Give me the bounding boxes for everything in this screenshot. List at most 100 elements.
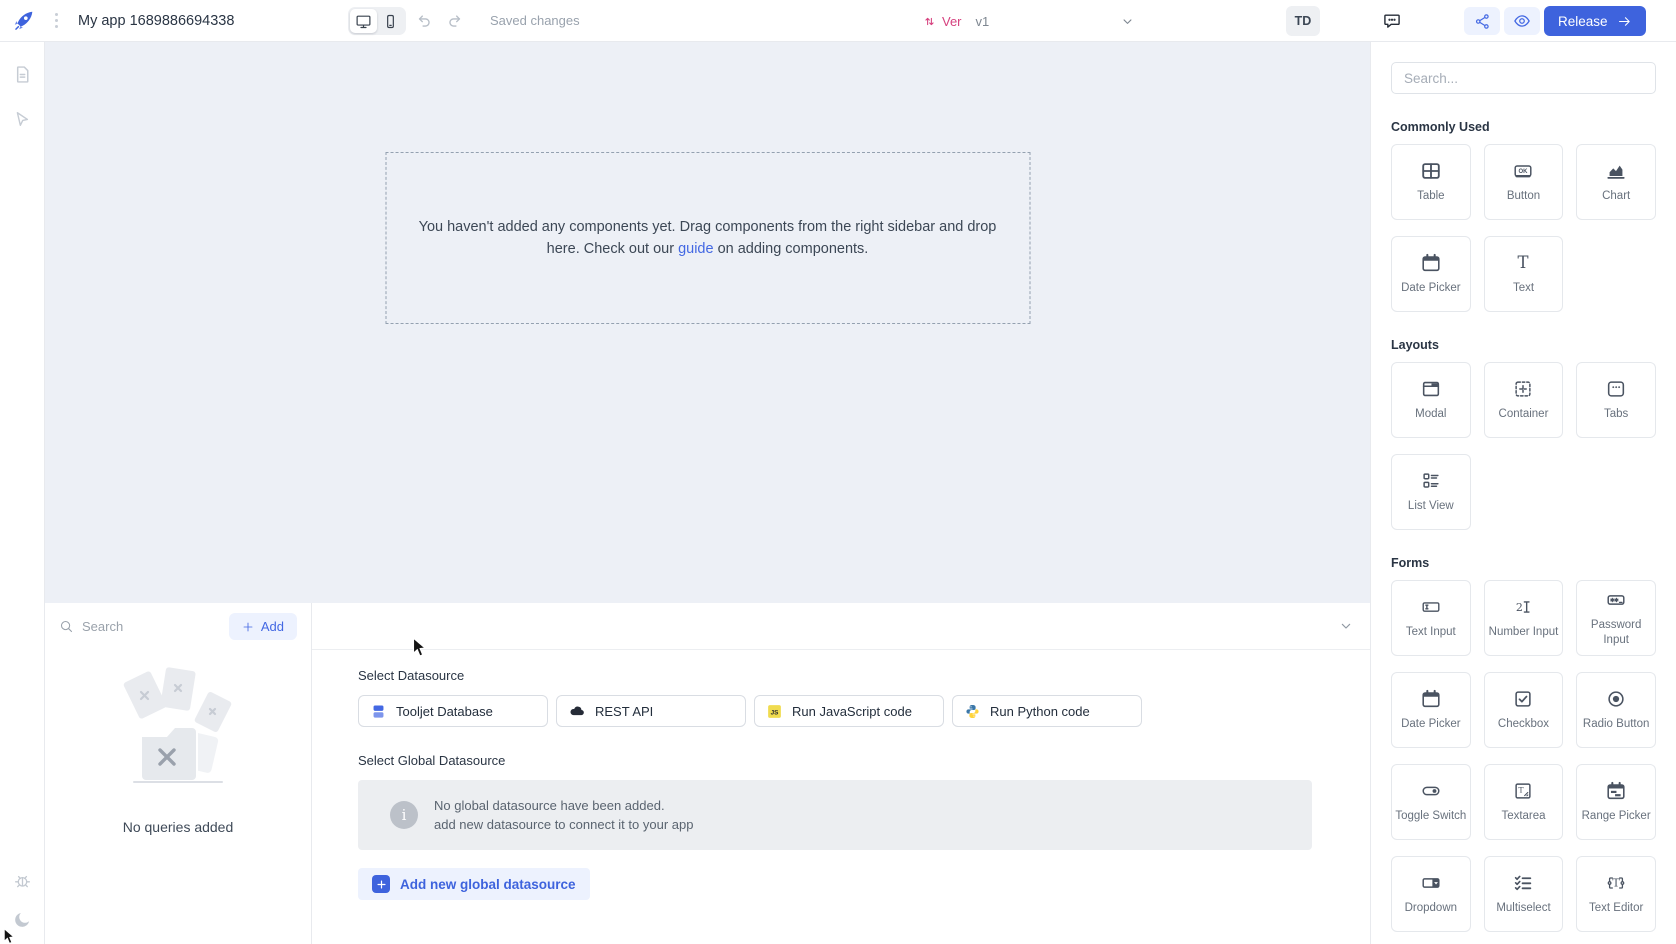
component-card-container[interactable]: Container [1484,362,1564,438]
comment-icon [1382,11,1402,31]
component-card-tabs[interactable]: Tabs [1576,362,1656,438]
undo-button[interactable] [414,11,433,35]
component-card-dropdown[interactable]: Dropdown [1391,856,1471,932]
version-icon [922,14,937,29]
component-card-button[interactable]: OK Button [1484,144,1564,220]
select-global-datasource-title: Select Global Datasource [358,753,1370,768]
component-card-table[interactable]: Table [1391,144,1471,220]
component-label: Text Input [1403,625,1459,639]
version-value: v1 [976,14,990,29]
version-selector[interactable]: Ver v1 [922,0,989,42]
table-icon [1420,160,1442,182]
datasource-label: Tooljet Database [396,704,493,719]
component-card-password-input[interactable]: Password Input [1576,580,1656,656]
component-card-number-input[interactable]: 2 Number Input [1484,580,1564,656]
component-label: Toggle Switch [1392,809,1469,823]
component-card-date-picker[interactable]: Date Picker [1391,236,1471,312]
inspector-cursor-icon[interactable] [12,109,32,129]
app-menu-kebab-icon[interactable] [55,13,58,28]
redo-button[interactable] [446,11,465,35]
share-button[interactable] [1464,7,1500,35]
datasource-panel: Select Datasource Tooljet Database REST … [312,603,1370,944]
query-panel: Add No queries added [45,603,1370,944]
left-icon-rail [0,42,45,944]
section-title-layouts: Layouts [1391,338,1656,352]
component-label: Password Input [1577,618,1655,647]
canvas-drop-zone[interactable]: You haven't added any components yet. Dr… [385,152,1030,324]
guide-link[interactable]: guide [678,241,713,257]
commonly-used-cards: Table OK Button Chart Date Picker T Text [1391,144,1656,312]
component-label: Button [1504,189,1543,203]
debugger-bug-icon[interactable] [12,870,33,891]
app-title[interactable]: My app 1689886694338 [78,0,234,42]
datasource-options: Tooljet Database REST API JS Run JavaScr… [358,695,1370,727]
tooljet-logo-icon[interactable] [10,8,36,39]
dark-mode-moon-icon[interactable] [12,909,33,930]
radiobutton-icon [1605,688,1627,710]
svg-text:JS: JS [771,709,779,716]
version-chevron-down-icon[interactable] [1120,14,1135,34]
add-global-datasource-label: Add new global datasource [400,877,576,892]
forms-cards: Text Input 2 Number Input Password Input… [1391,580,1656,932]
container-icon [1512,378,1534,400]
datasource-run-javascript[interactable]: JS Run JavaScript code [754,695,944,727]
component-card-text[interactable]: T Text [1484,236,1564,312]
global-datasource-info-line1: No global datasource have been added. [434,796,693,815]
arrow-right-icon [1617,14,1632,29]
textinput-icon [1420,596,1442,618]
toggleswitch-icon [1420,780,1442,802]
component-card-multiselect[interactable]: Multiselect [1484,856,1564,932]
comments-button[interactable] [1382,11,1402,36]
component-card-toggle-switch[interactable]: Toggle Switch [1391,764,1471,840]
dropdown-icon [1420,872,1442,894]
svg-text:2: 2 [1516,601,1523,614]
component-card-checkbox[interactable]: Checkbox [1484,672,1564,748]
desktop-layout-button[interactable] [350,9,377,33]
mobile-layout-button[interactable] [377,9,404,33]
listview-icon [1420,470,1442,492]
component-label: Multiselect [1493,901,1553,915]
datasource-run-python[interactable]: Run Python code [952,695,1142,727]
datasource-label: Run Python code [990,704,1090,719]
datepicker-icon [1420,688,1442,710]
component-card-text-editor[interactable]: T Text Editor [1576,856,1656,932]
plus-icon [242,621,254,633]
eye-icon [1513,12,1531,30]
passwordinput-icon [1605,589,1627,611]
app-canvas[interactable]: You haven't added any components yet. Dr… [45,42,1370,603]
collapse-query-panel-button[interactable] [1338,618,1354,639]
add-query-button[interactable]: Add [229,613,297,640]
query-search-input[interactable] [82,619,221,634]
release-button[interactable]: Release [1544,6,1646,36]
section-title-forms: Forms [1391,556,1656,570]
datasource-tooljet-database[interactable]: Tooljet Database [358,695,548,727]
component-label: Tabs [1601,407,1631,421]
components-search-input[interactable] [1391,62,1656,94]
textarea-icon: T [1512,780,1534,802]
avatar[interactable]: TD [1286,6,1320,36]
component-label: Text Editor [1586,901,1646,915]
pages-icon[interactable] [12,64,33,85]
component-card-textarea[interactable]: T Textarea [1484,764,1564,840]
component-card-modal[interactable]: Modal [1391,362,1471,438]
svg-text:T: T [1519,786,1525,795]
datepicker-icon [1420,252,1442,274]
component-card-range-picker[interactable]: Range Picker [1576,764,1656,840]
component-card-radio-button[interactable]: Radio Button [1576,672,1656,748]
component-card-list-view[interactable]: List View [1391,454,1471,530]
python-icon [964,703,981,720]
component-label: Date Picker [1398,281,1463,295]
component-label: Container [1496,407,1552,421]
share-icon [1474,13,1491,30]
component-card-text-input[interactable]: Text Input [1391,580,1471,656]
rangepicker-icon [1605,780,1627,802]
component-card-chart[interactable]: Chart [1576,144,1656,220]
database-icon [370,703,387,720]
button-icon: OK [1512,160,1534,182]
datasource-rest-api[interactable]: REST API [556,695,746,727]
preview-button[interactable] [1504,7,1540,35]
component-card-date-picker-form[interactable]: Date Picker [1391,672,1471,748]
add-global-datasource-button[interactable]: Add new global datasource [358,868,590,900]
plus-icon [372,875,390,893]
component-label: Dropdown [1402,901,1460,915]
